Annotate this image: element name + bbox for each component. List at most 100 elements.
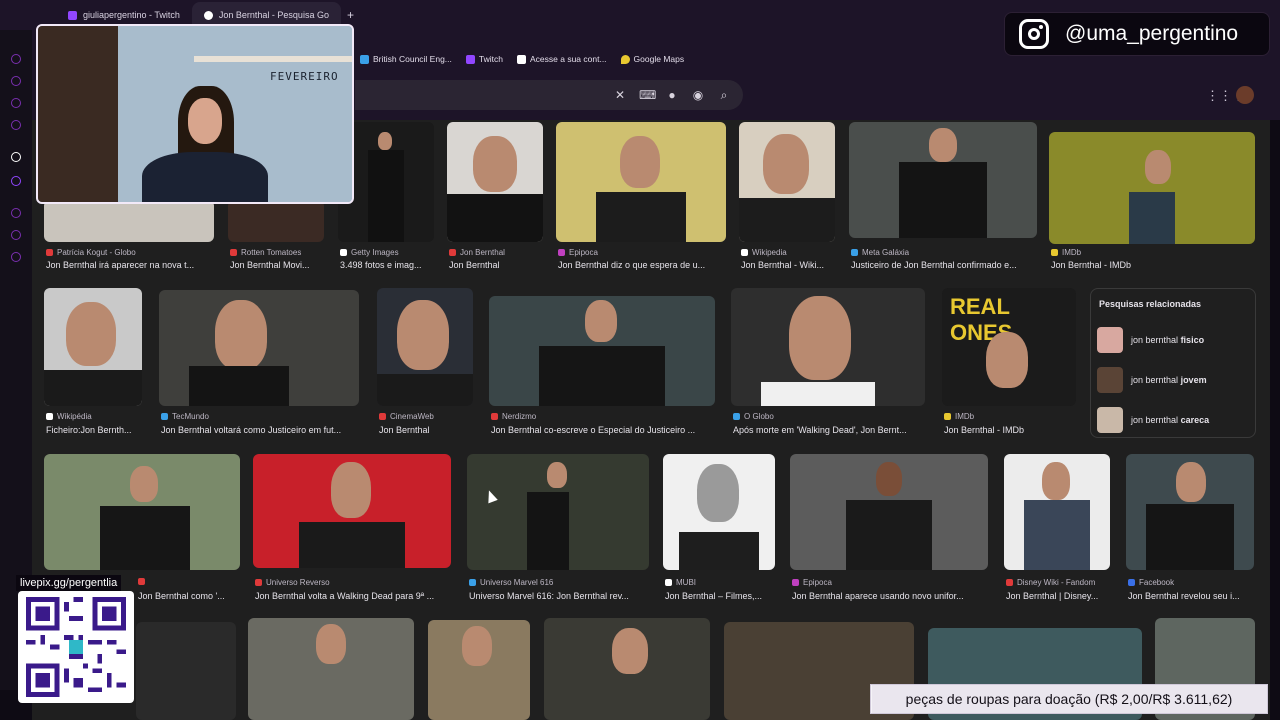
source-name: Wikipédia <box>57 412 92 421</box>
mic-icon[interactable]: ● <box>665 88 679 102</box>
result-caption[interactable]: Justiceiro de Jon Bernthal confirmado e.… <box>851 260 1039 270</box>
source-icon <box>792 579 799 586</box>
image-result[interactable]: Epipoca Jon Bernthal diz o que espera de… <box>556 122 726 275</box>
bookmark-account[interactable]: Acesse a sua cont... <box>517 54 607 64</box>
twitch-icon[interactable] <box>11 176 21 186</box>
source-icon <box>944 413 951 420</box>
instagram-badge: @uma_pergentino <box>1004 12 1270 56</box>
result-caption[interactable]: Jon Bernthal - IMDb <box>944 425 1078 435</box>
image-result[interactable]: Patrícia Kogut - Globo Jon Bernthal irá … <box>44 200 214 275</box>
image-result[interactable]: Epipoca Jon Bernthal aparece usando novo… <box>790 454 990 604</box>
new-tab-button[interactable]: + <box>341 8 360 22</box>
result-caption[interactable]: Jon Bernthal diz o que espera de u... <box>558 260 728 270</box>
qr-code-graphic <box>26 597 126 697</box>
result-thumbnail <box>1126 454 1254 570</box>
lens-icon[interactable]: ◉ <box>691 88 705 102</box>
bookmark-google-maps[interactable]: Google Maps <box>620 54 684 64</box>
sidebar-icon[interactable] <box>11 208 21 218</box>
close-icon[interactable]: ✕ <box>613 88 627 102</box>
source-name: Wikipedia <box>752 248 787 257</box>
image-result[interactable]: Disney Wiki - Fandom Jon Bernthal | Disn… <box>1004 454 1112 604</box>
keyboard-icon[interactable]: ⌨ <box>639 88 656 102</box>
image-result[interactable]: Wikipédia Ficheiro:Jon Bernth... <box>44 288 144 440</box>
image-result[interactable]: Rotten Tomatoes Jon Bernthal Movi... <box>228 200 328 275</box>
result-thumbnail <box>44 200 214 242</box>
result-thumbnail <box>489 296 715 406</box>
result-thumbnail <box>159 290 359 406</box>
image-result[interactable]: Meta Galáxia Justiceiro de Jon Bernthal … <box>849 122 1037 275</box>
source-icon <box>46 413 53 420</box>
result-caption[interactable]: Jon Bernthal co-escreve o Especial do Ju… <box>491 425 717 435</box>
image-result[interactable]: Nerdizmo Jon Bernthal co-escreve o Espec… <box>489 288 717 440</box>
result-caption[interactable]: Jon Bernthal Movi... <box>230 260 330 270</box>
result-thumbnail[interactable] <box>136 622 236 720</box>
result-caption[interactable]: Jon Bernthal como '... <box>138 591 240 601</box>
twitch-icon <box>68 10 77 20</box>
sidebar-icon[interactable] <box>11 230 21 240</box>
source-name: Universo Marvel 616 <box>480 578 554 587</box>
related-search-item[interactable]: jon bernthal careca <box>1097 405 1209 435</box>
result-caption[interactable]: Jon Bernthal revelou seu i... <box>1128 591 1256 601</box>
source-name: Rotten Tomatoes <box>241 248 302 257</box>
result-caption[interactable]: Ficheiro:Jon Bernth... <box>46 425 144 435</box>
result-caption[interactable]: Jon Bernthal – Filmes,... <box>665 591 777 601</box>
source-name: Epipoca <box>803 578 832 587</box>
search-icon[interactable]: ⌕ <box>717 88 731 102</box>
result-caption[interactable]: Após morte em 'Walking Dead', Jon Bernt.… <box>733 425 927 435</box>
result-caption[interactable]: Jon Bernthal <box>449 260 545 270</box>
result-thumbnail <box>556 122 726 242</box>
image-result[interactable]: CinemaWeb Jon Bernthal <box>377 288 475 440</box>
result-thumbnail <box>467 454 649 570</box>
result-caption[interactable]: Jon Bernthal <box>379 425 475 435</box>
related-thumbnail <box>1097 407 1123 433</box>
goal-text: peças de roupas para doação (R$ 2,00/R$ … <box>905 691 1233 707</box>
sidebar-icon[interactable] <box>11 252 21 262</box>
image-result[interactable]: Universo Reverso Jon Bernthal volta a Wa… <box>253 454 453 604</box>
image-result[interactable]: IMDb Jon Bernthal - IMDb <box>1049 122 1255 275</box>
result-thumbnail <box>377 288 473 406</box>
result-caption[interactable]: Jon Bernthal aparece usando novo unifor.… <box>792 591 990 601</box>
source-icon <box>1006 579 1013 586</box>
result-caption[interactable]: Jon Bernthal voltará como Justiceiro em … <box>161 425 363 435</box>
result-caption[interactable]: 3.498 fotos e imag... <box>340 260 436 270</box>
result-caption[interactable]: Jon Bernthal - IMDb <box>1051 260 1257 270</box>
result-caption[interactable]: Jon Bernthal - Wiki... <box>741 260 839 270</box>
bookmarks-bar: British Council Eng... Twitch Acesse a s… <box>360 50 684 68</box>
result-thumbnail[interactable] <box>428 620 530 720</box>
shelf <box>194 56 352 62</box>
image-result[interactable]: O Globo Após morte em 'Walking Dead', Jo… <box>731 288 927 440</box>
sidebar-icon[interactable] <box>11 76 21 86</box>
result-thumbnail[interactable] <box>248 618 414 720</box>
search-box[interactable]: ✕ ⌨ ● ◉ ⌕ <box>355 80 743 110</box>
chatgpt-icon[interactable] <box>11 152 21 162</box>
bookmark-british-council[interactable]: British Council Eng... <box>360 54 452 64</box>
instagram-icon <box>1019 19 1049 49</box>
tab-label: Jon Bernthal - Pesquisa Go <box>218 10 329 20</box>
account-icon <box>517 54 526 64</box>
image-result[interactable]: Wikipedia Jon Bernthal - Wiki... <box>739 122 837 275</box>
result-caption[interactable]: Jon Bernthal volta a Walking Dead para 9… <box>255 591 453 601</box>
avatar[interactable] <box>1236 86 1254 104</box>
bookmark-twitch[interactable]: Twitch <box>465 54 503 64</box>
sidebar-icon[interactable] <box>11 98 21 108</box>
image-result[interactable]: Universo Marvel 616 Universo Marvel 616:… <box>467 454 651 604</box>
sidebar-icon[interactable] <box>11 120 21 130</box>
related-search-item[interactable]: jon bernthal jovem <box>1097 365 1207 395</box>
image-result[interactable]: MUBI Jon Bernthal – Filmes,... <box>663 454 777 604</box>
webcam-overlay: FEVEREIRO <box>36 24 354 204</box>
image-result[interactable]: Jon Bernthal como '... <box>44 454 240 604</box>
result-caption[interactable]: Jon Bernthal | Disney... <box>1006 591 1112 601</box>
image-result[interactable]: Jon Bernthal Jon Bernthal <box>447 122 543 275</box>
image-result[interactable]: Facebook Jon Bernthal revelou seu i... <box>1126 454 1256 604</box>
sidebar-icon[interactable] <box>11 54 21 64</box>
source-name: Universo Reverso <box>266 578 330 587</box>
result-thumbnail[interactable] <box>544 618 710 720</box>
instagram-handle: @uma_pergentino <box>1065 22 1239 45</box>
result-caption[interactable]: Universo Marvel 616: Jon Bernthal rev... <box>469 591 651 601</box>
image-result[interactable]: REAL ONES IMDb Jon Bernthal - IMDb <box>942 288 1078 440</box>
donation-goal-bar: peças de roupas para doação (R$ 2,00/R$ … <box>870 684 1268 714</box>
related-search-item[interactable]: jon bernthal fisico <box>1097 325 1204 355</box>
result-caption[interactable]: Jon Bernthal irá aparecer na nova t... <box>46 260 214 270</box>
image-result[interactable]: TecMundo Jon Bernthal voltará como Justi… <box>159 288 361 440</box>
result-thumbnail <box>228 200 324 242</box>
